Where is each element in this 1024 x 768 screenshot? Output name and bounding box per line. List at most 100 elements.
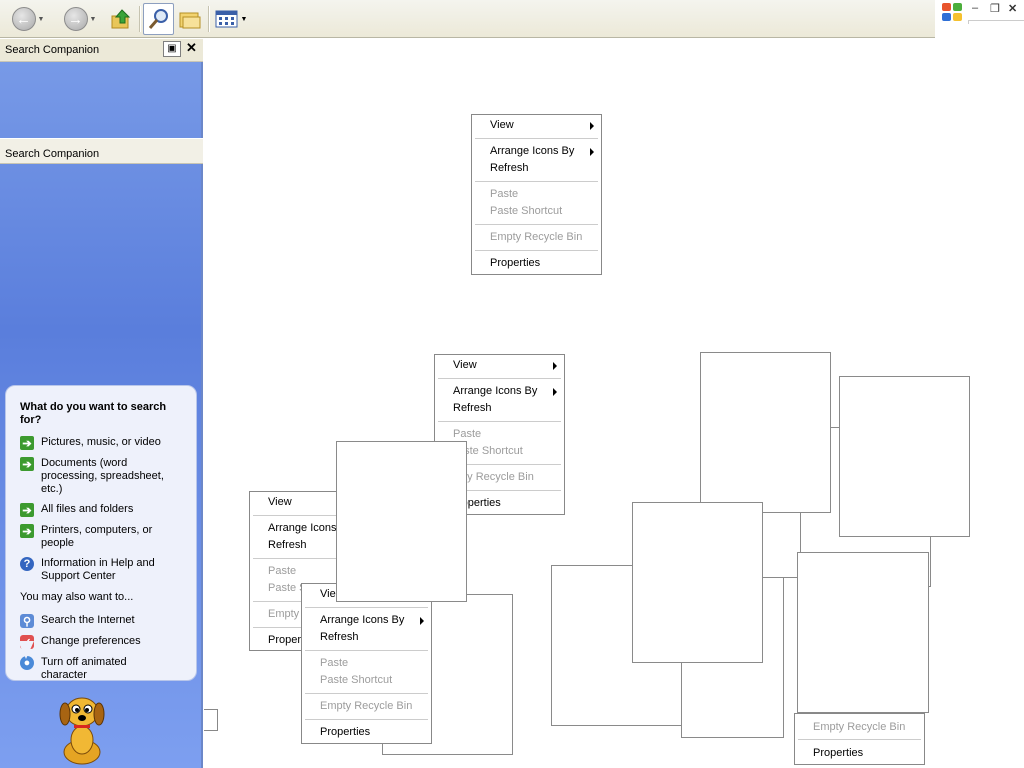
restore-icon[interactable]: ❐	[990, 2, 1000, 15]
option-change-preferences[interactable]: ✓ Change preferences	[20, 635, 173, 649]
option-search-internet[interactable]: ⚲ Search the Internet	[20, 614, 173, 628]
menu-separator	[305, 693, 428, 694]
menu-item-arrange-icons[interactable]: Arrange Icons By	[453, 385, 537, 397]
pane-subheader: Search Companion	[0, 138, 203, 164]
option-help-support-center[interactable]: ? Information in Help and Support Center	[20, 557, 173, 583]
menu-separator	[475, 181, 598, 182]
option-label: Documents (word processing, spreadsheet,…	[41, 457, 164, 495]
menu-item-refresh[interactable]: Refresh	[490, 162, 529, 174]
chevron-down-icon[interactable]: ▼	[241, 16, 248, 23]
menu-item-empty-recycle-bin: Empty Recycle Bin	[813, 721, 906, 733]
blank-menu-frame	[700, 352, 831, 513]
menu-item-properties[interactable]: Properties	[813, 747, 863, 759]
chevron-down-icon[interactable]: ▼	[38, 16, 45, 23]
toolbar-separator	[139, 6, 140, 32]
option-documents[interactable]: ➔ Documents (word processing, spreadshee…	[20, 457, 173, 496]
menu-item-arrange-icons[interactable]: Arrange Icons By	[320, 614, 404, 626]
back-arrow-icon: ←	[11, 7, 36, 31]
menu-separator	[798, 739, 921, 740]
internet-search-icon: ⚲	[20, 614, 34, 628]
menu-separator	[438, 421, 561, 422]
menu-separator	[475, 138, 598, 139]
menu-separator	[305, 607, 428, 608]
submenu-arrow-icon	[590, 122, 594, 130]
menu-item-paste: Paste	[453, 428, 482, 440]
menu-item-refresh[interactable]: Refresh	[268, 539, 307, 551]
rover-dog-character-icon[interactable]	[52, 690, 112, 765]
menu-item-paste-shortcut: Paste Shortcut	[320, 674, 393, 686]
partial-window-frame	[204, 709, 218, 731]
folders-icon	[179, 12, 201, 29]
menu-item-arrange-icons[interactable]: Arrange Icons By	[490, 145, 574, 157]
blank-menu-frame	[632, 502, 763, 663]
address-bar-edge	[968, 20, 1024, 24]
submenu-arrow-icon	[553, 388, 557, 396]
context-menu: Vie Arrange Icons By Refresh Paste Paste…	[301, 583, 432, 744]
close-icon[interactable]: ✕	[1008, 2, 1017, 15]
menu-item-properties[interactable]: Proper	[268, 634, 301, 646]
context-menu: Empty Recycle Bin Properties	[794, 713, 925, 765]
up-folder-icon	[111, 9, 131, 29]
pane-header: Search Companion ▣ ✕	[0, 39, 203, 62]
up-button[interactable]	[108, 3, 134, 35]
option-label: All files and folders	[41, 503, 134, 515]
menu-item-properties[interactable]: Properties	[490, 257, 540, 269]
submenu-arrow-icon	[420, 617, 424, 625]
menu-item-view[interactable]: Vie	[320, 588, 336, 600]
blank-menu-frame	[336, 441, 467, 602]
blank-menu-frame	[762, 512, 801, 578]
menu-item-refresh[interactable]: Refresh	[453, 402, 492, 414]
menu-item-paste: Paste	[320, 657, 349, 669]
forward-button[interactable]: → ▼	[60, 3, 100, 35]
pane-subtitle: Search Companion	[5, 148, 100, 160]
minimize-icon[interactable]: –	[972, 2, 978, 14]
standard-toolbar: ← ▼ → ▼ ▼	[0, 0, 935, 38]
menu-item-refresh[interactable]: Refresh	[320, 631, 359, 643]
menu-separator	[438, 378, 561, 379]
menu-item-empty-recycle-bin: pty Recycle Bin	[458, 471, 534, 483]
option-printers-computers-people[interactable]: ➔ Printers, computers, or people	[20, 524, 173, 550]
option-turn-off-character[interactable]: ● Turn off animated character	[20, 656, 173, 682]
pane-close-icon[interactable]: ✕	[186, 40, 197, 56]
submenu-arrow-icon	[553, 362, 557, 370]
search-options-bubble: What do you want to search for? ➔ Pictur…	[5, 385, 197, 681]
menu-item-view[interactable]: View	[453, 359, 477, 371]
menu-item-paste-shortcut: aste Shortcut	[458, 445, 523, 457]
menu-item-arrange-icons[interactable]: Arrange Icons	[268, 522, 336, 534]
windows-logo-icon	[942, 3, 964, 23]
menu-item-view[interactable]: View	[490, 119, 514, 131]
chevron-down-icon[interactable]: ▼	[90, 16, 97, 23]
menu-item-empty-recycle-bin: Empty Recycle Bin	[320, 700, 413, 712]
menu-item-paste: Paste	[268, 565, 297, 577]
screen: { "toolbar": { "back_icon": "back-arrow-…	[0, 0, 1024, 768]
search-button[interactable]	[143, 3, 174, 35]
views-icon	[215, 10, 238, 28]
menu-separator	[475, 250, 598, 251]
forward-arrow-icon: →	[63, 7, 88, 31]
menu-item-properties[interactable]: Properties	[320, 726, 370, 738]
blank-menu-frame	[797, 552, 929, 713]
menu-separator	[305, 719, 428, 720]
option-label: Printers, computers, or people	[41, 524, 153, 549]
menu-item-view[interactable]: View	[268, 496, 292, 508]
pane-title: Search Companion	[5, 44, 100, 56]
arrow-right-icon: ➔	[20, 524, 34, 538]
option-label: Pictures, music, or video	[41, 436, 161, 448]
pin-icon[interactable]: ▣	[163, 41, 181, 57]
menu-item-empty-recycle-bin: Empty Recycle Bin	[490, 231, 583, 243]
arrow-right-icon: ➔	[20, 503, 34, 517]
folders-button[interactable]	[177, 3, 203, 35]
option-all-files-folders[interactable]: ➔ All files and folders	[20, 503, 173, 517]
submenu-arrow-icon	[590, 148, 594, 156]
context-menu: View Arrange Icons By Refresh Paste Past…	[471, 114, 602, 275]
menu-item-paste: Paste	[490, 188, 519, 200]
toolbar-separator	[208, 6, 209, 32]
option-label: Change preferences	[41, 635, 141, 647]
views-button[interactable]: ▼	[214, 3, 248, 35]
back-button[interactable]: ← ▼	[8, 3, 48, 35]
option-pictures-music-video[interactable]: ➔ Pictures, music, or video	[20, 436, 173, 450]
menu-item-paste-shortcut: Paste Shortcut	[490, 205, 563, 217]
menu-item-empty-recycle-bin: Empty	[268, 608, 300, 620]
search-magnifier-icon	[148, 9, 168, 29]
help-icon: ?	[20, 557, 34, 571]
